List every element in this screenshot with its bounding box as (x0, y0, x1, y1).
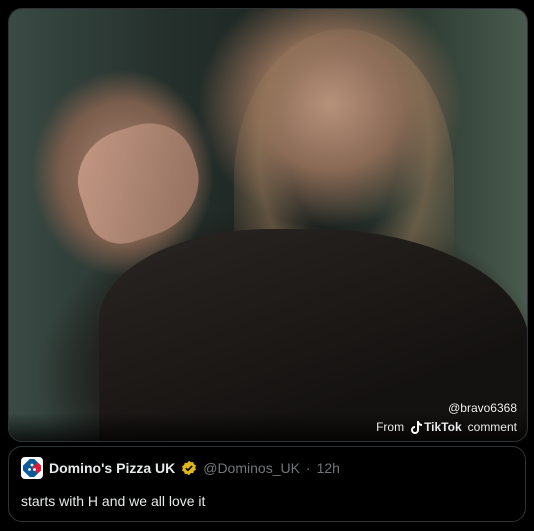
tiktok-note-icon (411, 420, 423, 434)
quoted-post-header: Domino's Pizza UK @Dominos_UK · 12h (21, 457, 513, 479)
tiktok-source-link[interactable]: TikTok (410, 420, 462, 434)
embedded-video-card[interactable]: @bravo6368 From TikTok comment (8, 8, 528, 442)
author-handle[interactable]: @Dominos_UK (203, 460, 300, 476)
source-name: TikTok (424, 420, 462, 434)
quoted-post[interactable]: Domino's Pizza UK @Dominos_UK · 12h star… (8, 446, 526, 522)
quoted-post-text: starts with H and we all love it (21, 493, 206, 509)
video-frame[interactable] (9, 9, 527, 441)
dominos-logo-icon[interactable] (21, 457, 43, 479)
source-suffix: comment (467, 420, 517, 434)
meta-separator: · (305, 460, 311, 476)
video-subject-hand (64, 111, 214, 253)
author-name[interactable]: Domino's Pizza UK (49, 460, 175, 476)
post-timestamp[interactable]: 12h (317, 460, 340, 476)
media-source-bar: From TikTok comment (9, 413, 527, 441)
verified-badge-icon (182, 460, 197, 476)
source-from-label: From (376, 420, 405, 434)
